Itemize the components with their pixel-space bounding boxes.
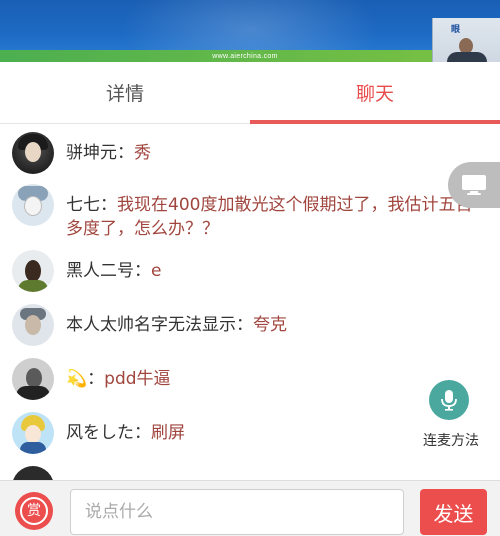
message-text: 七七：我现在400度加散光这个假期过了，我估计五百多度了，怎么办？？ xyxy=(66,184,474,241)
avatar[interactable] xyxy=(12,358,54,400)
avatar[interactable] xyxy=(12,250,54,292)
chat-message xyxy=(12,466,482,480)
message-text: 💫：pdd牛逼 xyxy=(66,358,474,391)
message-text: 风をした：刷屏 xyxy=(66,412,474,445)
avatar[interactable] xyxy=(12,184,54,226)
chat-list[interactable]: 骈坤元：秀 七七：我现在400度加散光这个假期过了，我估计五百多度了，怎么办？？… xyxy=(0,125,500,480)
mic-label[interactable]: 连麦方法 xyxy=(416,430,486,450)
chat-message: 骈坤元：秀 xyxy=(12,132,482,174)
message-author: 本人太帅名字无法显示： xyxy=(66,315,253,335)
reward-icon: 赏 xyxy=(20,497,48,525)
video-player[interactable]: www.aierchina.com 眼 xyxy=(0,0,500,62)
chat-message: 七七：我现在400度加散光这个假期过了，我估计五百多度了，怎么办？？ xyxy=(12,184,482,241)
send-button[interactable]: 发送 xyxy=(420,489,487,535)
reward-button[interactable]: 赏 xyxy=(15,492,53,530)
mic-button[interactable] xyxy=(429,380,469,420)
chat-message: 本人太帅名字无法显示：夸克 xyxy=(12,304,482,346)
chat-message: 风をした：刷屏 xyxy=(12,412,482,454)
message-author: 风をした： xyxy=(66,423,151,443)
microphone-icon xyxy=(441,390,457,411)
message-author: 骈坤元： xyxy=(66,143,134,163)
tab-bar: 详情 聊天 xyxy=(0,62,500,124)
bottom-bar: 赏 发送 xyxy=(0,480,500,536)
message-author: 七七： xyxy=(66,195,117,215)
message-author: 黑人二号： xyxy=(66,261,151,281)
avatar[interactable] xyxy=(12,466,54,480)
tab-details[interactable]: 详情 xyxy=(0,62,250,123)
avatar[interactable] xyxy=(12,304,54,346)
avatar[interactable] xyxy=(12,132,54,174)
message-text: 黑人二号：e xyxy=(66,250,474,283)
message-input[interactable] xyxy=(70,489,404,535)
speaker-thumbnail[interactable]: 眼 xyxy=(432,18,500,62)
chat-message: 黑人二号：e xyxy=(12,250,482,292)
banner-strip: www.aierchina.com xyxy=(0,50,500,62)
message-author: ： xyxy=(87,369,105,389)
screen-toggle-button[interactable] xyxy=(448,162,500,208)
chat-message: 💫：pdd牛逼 xyxy=(12,358,482,400)
speaker-logo: 眼 xyxy=(451,24,461,34)
avatar[interactable] xyxy=(12,412,54,454)
message-content: 夸克 xyxy=(253,315,287,335)
message-content: 刷屏 xyxy=(151,423,185,443)
screen-icon xyxy=(462,175,486,195)
message-content: e xyxy=(151,261,162,281)
speaker-body xyxy=(447,52,487,62)
message-text: 骈坤元：秀 xyxy=(66,132,474,165)
dizzy-emoji-icon: 💫 xyxy=(66,369,88,389)
banner-url: www.aierchina.com xyxy=(212,52,278,60)
message-content: 秀 xyxy=(134,143,151,163)
message-text: 本人太帅名字无法显示：夸克 xyxy=(66,304,474,337)
message-content: pdd牛逼 xyxy=(104,369,171,389)
message-content: 我现在400度加散光这个假期过了，我估计五百多度了，怎么办？？ xyxy=(66,195,473,239)
tab-chat[interactable]: 聊天 xyxy=(250,62,500,124)
